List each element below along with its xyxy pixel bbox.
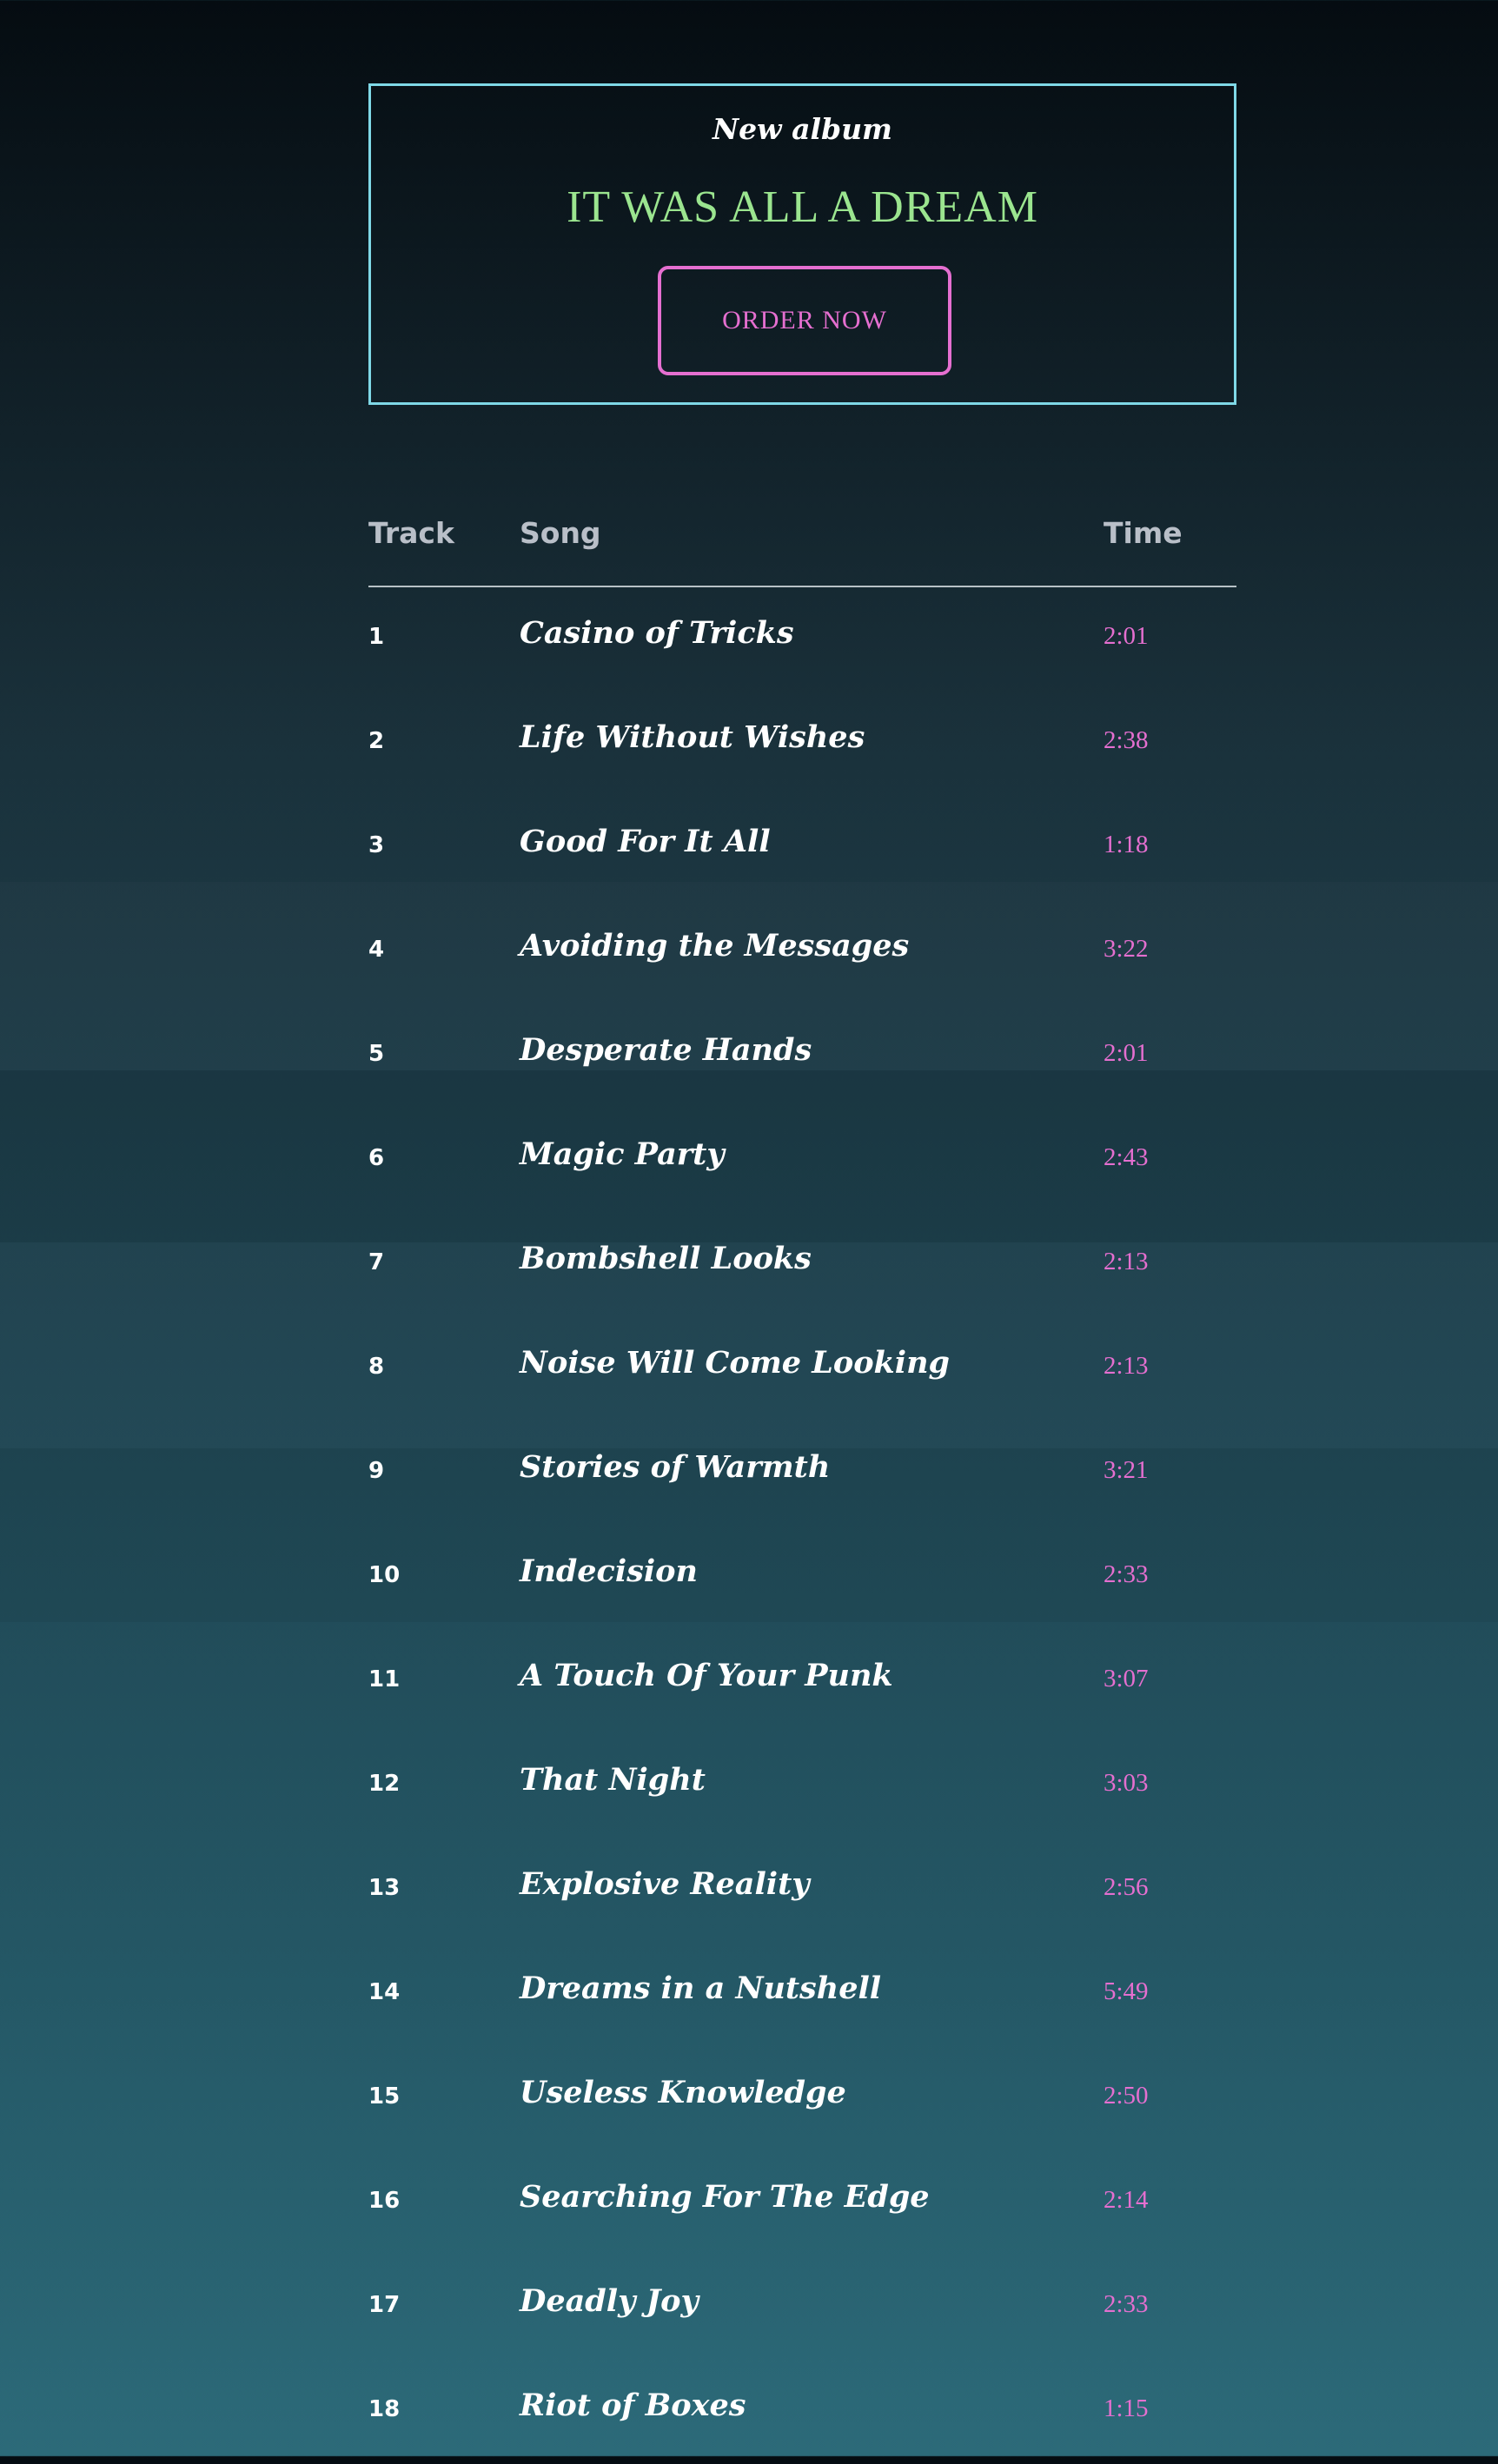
table-row: 10 Indecision 2:33	[368, 1526, 1236, 1630]
song-title: Dreams in a Nutshell	[520, 1971, 882, 2006]
table-row: 8 Noise Will Come Looking 2:13	[368, 1317, 1236, 1421]
song-title: Searching For The Edge	[520, 2179, 930, 2215]
song-title: Magic Party	[520, 1136, 725, 1172]
song-title: A Touch Of Your Punk	[520, 1658, 893, 1693]
tracklist-header: Track Song Time	[368, 516, 1236, 587]
track-time: 3:21	[1104, 1456, 1149, 1484]
table-row: 3 Good For It All 1:18	[368, 796, 1236, 900]
table-row: 17 Deadly Joy 2:33	[368, 2255, 1236, 2360]
table-row: 18 Riot of Boxes 1:15	[368, 2360, 1236, 2464]
track-time: 2:13	[1104, 1352, 1149, 1380]
song-title: Life Without Wishes	[520, 719, 865, 755]
track-time: 3:03	[1104, 1769, 1149, 1797]
track-number: 7	[368, 1249, 385, 1275]
track-number: 11	[368, 1666, 401, 1692]
track-number: 3	[368, 832, 385, 858]
track-time: 3:22	[1104, 935, 1149, 963]
track-number: 14	[368, 1979, 401, 2005]
track-number: 13	[368, 1875, 401, 1901]
header-track: Track	[368, 516, 454, 550]
song-title: Riot of Boxes	[520, 2388, 746, 2423]
table-row: 11 A Touch Of Your Punk 3:07	[368, 1630, 1236, 1734]
song-title: Explosive Reality	[520, 1866, 810, 1902]
table-row: 6 Magic Party 2:43	[368, 1109, 1236, 1213]
album-promo-box: New album IT WAS ALL A DREAM ORDER NOW	[368, 83, 1236, 405]
track-number: 4	[368, 937, 385, 963]
table-row: 14 Dreams in a Nutshell 5:49	[368, 1943, 1236, 2047]
track-time: 3:07	[1104, 1665, 1149, 1692]
track-time: 2:56	[1104, 1873, 1149, 1901]
track-time: 2:38	[1104, 726, 1149, 754]
tracklist-table: Track Song Time 1 Casino of Tricks 2:01 …	[368, 516, 1236, 2464]
order-now-button[interactable]: ORDER NOW	[658, 266, 951, 375]
header-time: Time	[1104, 516, 1183, 550]
track-number: 18	[368, 2396, 401, 2422]
song-title: Deadly Joy	[520, 2283, 699, 2319]
table-row: 12 That Night 3:03	[368, 1734, 1236, 1838]
track-number: 1	[368, 624, 385, 650]
song-title: Good For It All	[520, 824, 771, 859]
album-title: IT WAS ALL A DREAM	[567, 182, 1038, 232]
track-time: 2:33	[1104, 1560, 1149, 1588]
track-number: 16	[368, 2188, 401, 2214]
table-row: 16 Searching For The Edge 2:14	[368, 2151, 1236, 2255]
track-time: 2:43	[1104, 1143, 1149, 1171]
table-row: 1 Casino of Tricks 2:01	[368, 587, 1236, 692]
track-time: 2:13	[1104, 1248, 1149, 1275]
song-title: That Night	[520, 1762, 706, 1798]
song-title: Stories of Warmth	[520, 1449, 831, 1485]
song-title: Bombshell Looks	[520, 1241, 812, 1276]
song-title: Casino of Tricks	[520, 615, 794, 651]
table-row: 9 Stories of Warmth 3:21	[368, 1421, 1236, 1526]
track-time: 1:18	[1104, 831, 1149, 858]
track-time: 2:01	[1104, 622, 1149, 650]
song-title: Noise Will Come Looking	[520, 1345, 951, 1381]
table-row: 15 Useless Knowledge 2:50	[368, 2047, 1236, 2151]
table-row: 5 Desperate Hands 2:01	[368, 1004, 1236, 1109]
header-song: Song	[520, 516, 601, 550]
table-row: 13 Explosive Reality 2:56	[368, 1838, 1236, 1943]
song-title: Useless Knowledge	[520, 2075, 846, 2110]
track-time: 2:33	[1104, 2290, 1149, 2318]
track-number: 15	[368, 2083, 401, 2110]
track-number: 10	[368, 1562, 401, 1588]
track-time: 5:49	[1104, 1977, 1149, 2005]
track-number: 9	[368, 1458, 385, 1484]
track-number: 5	[368, 1041, 385, 1067]
track-time: 2:01	[1104, 1039, 1149, 1067]
track-time: 1:15	[1104, 2394, 1149, 2422]
track-number: 8	[368, 1354, 385, 1380]
song-title: Avoiding the Messages	[520, 928, 910, 964]
track-number: 17	[368, 2292, 401, 2318]
song-title: Indecision	[520, 1553, 698, 1589]
track-number: 12	[368, 1771, 401, 1797]
track-number: 6	[368, 1145, 385, 1171]
table-row: 4 Avoiding the Messages 3:22	[368, 900, 1236, 1004]
song-title: Desperate Hands	[520, 1032, 812, 1068]
track-time: 2:50	[1104, 2082, 1149, 2110]
table-row: 2 Life Without Wishes 2:38	[368, 692, 1236, 796]
track-time: 2:14	[1104, 2186, 1149, 2214]
track-number: 2	[368, 728, 385, 754]
table-row: 7 Bombshell Looks 2:13	[368, 1213, 1236, 1317]
page-content: New album IT WAS ALL A DREAM ORDER NOW T…	[368, 83, 1236, 2423]
promo-kicker: New album	[713, 112, 892, 146]
